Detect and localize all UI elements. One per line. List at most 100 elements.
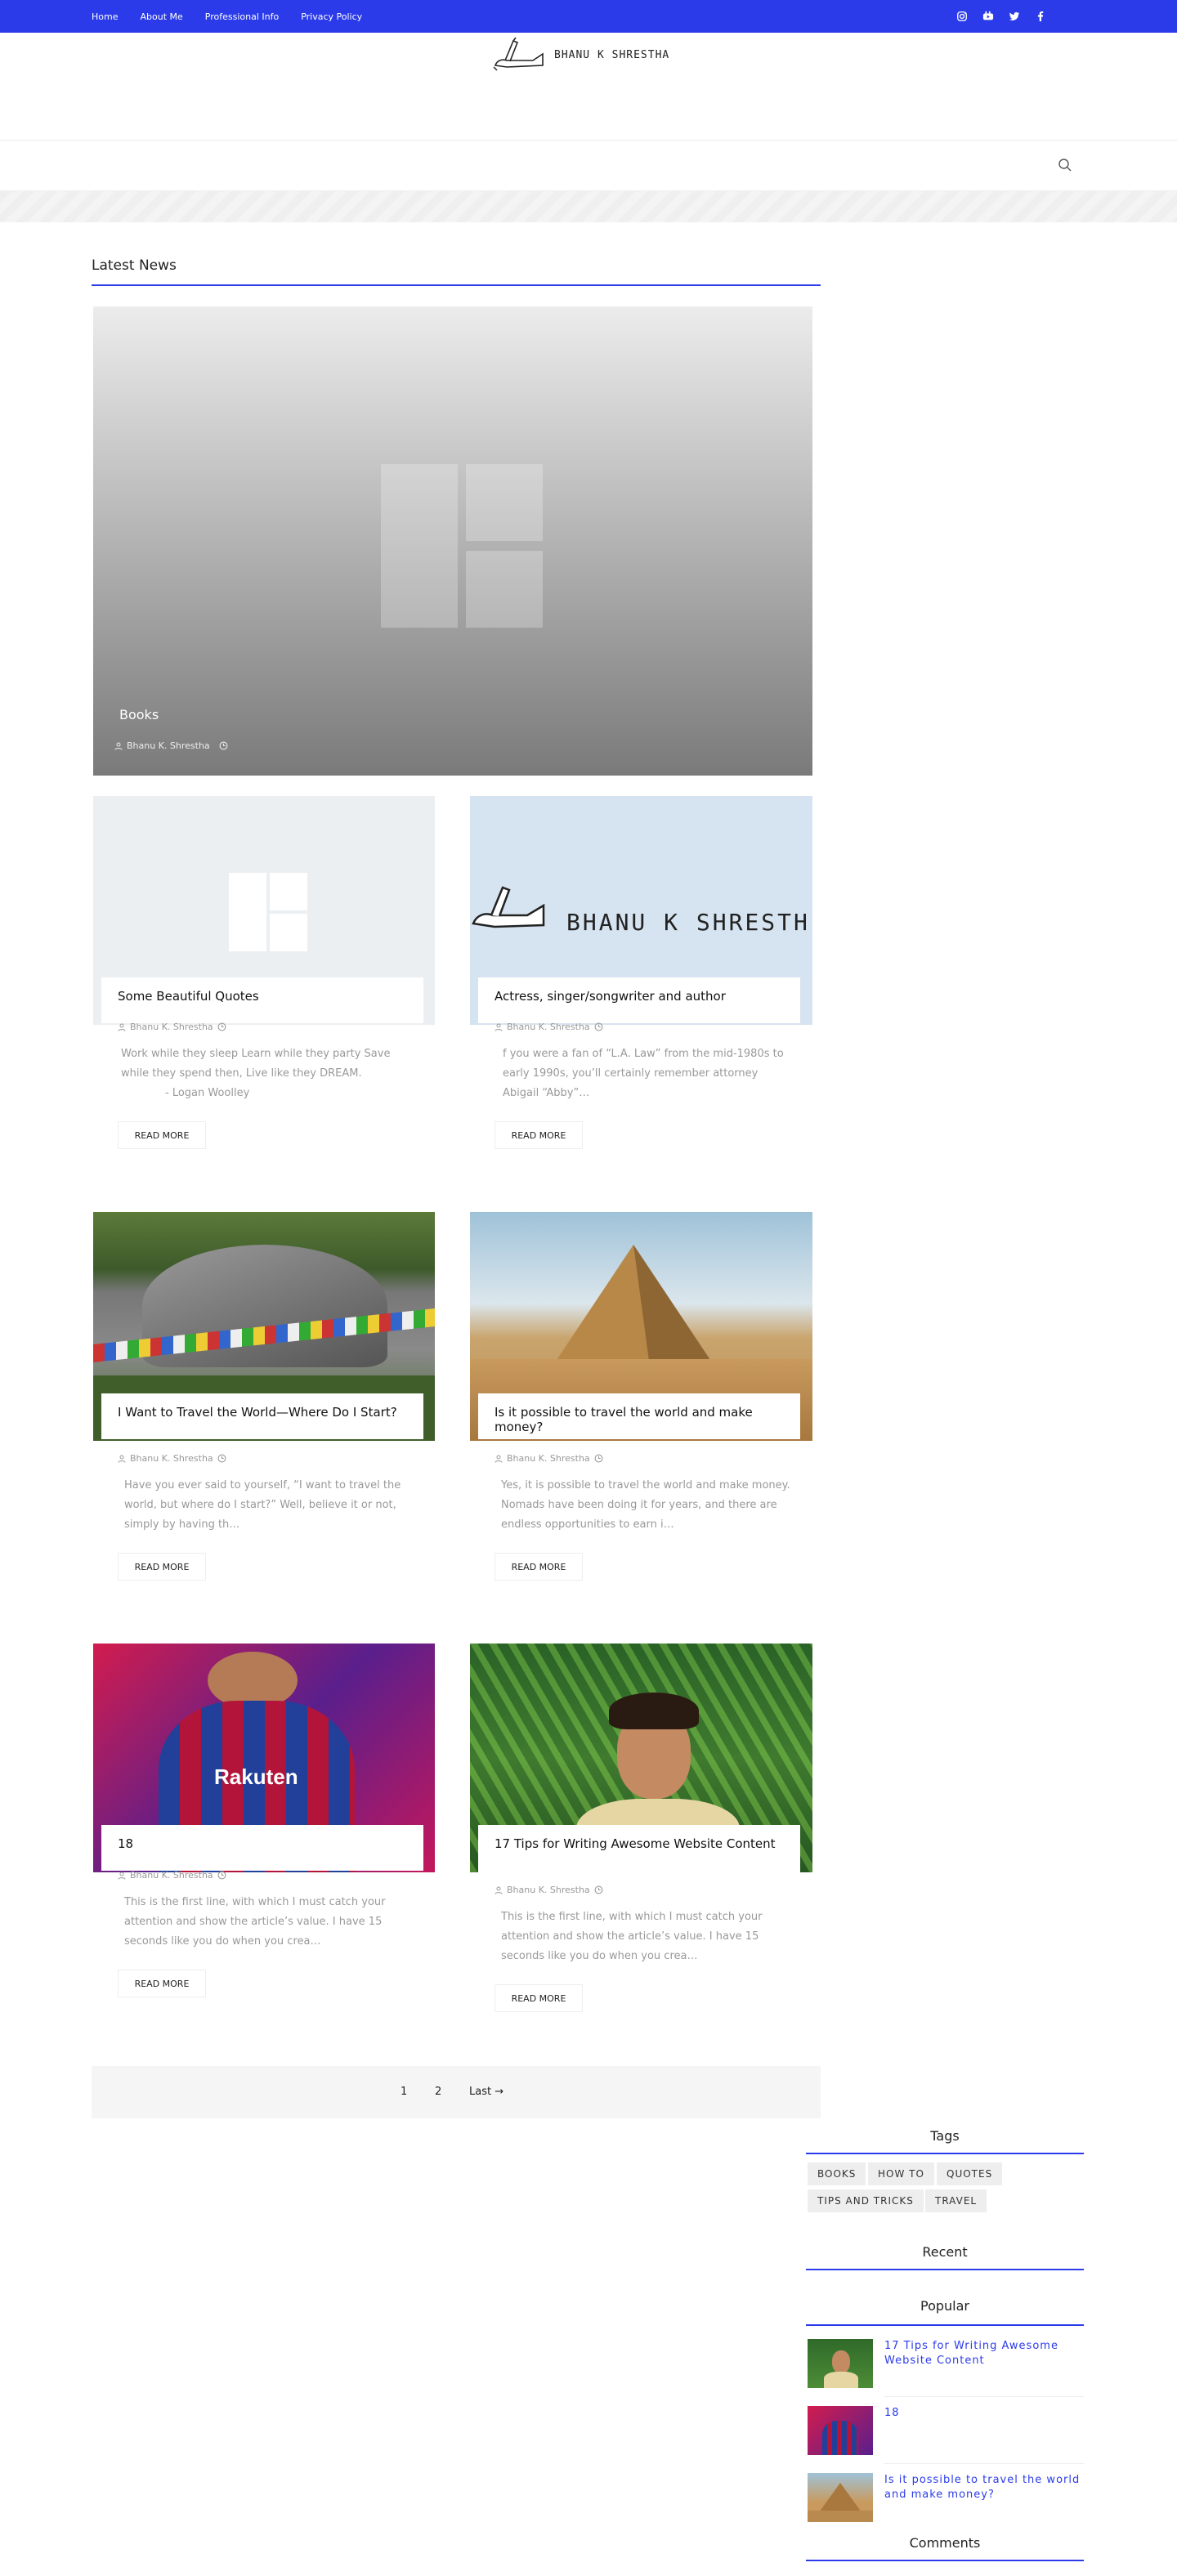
popular-thumb-17-tips[interactable] — [808, 2339, 873, 2388]
user-icon — [114, 742, 123, 750]
popular-title: Popular — [920, 2298, 969, 2314]
hero-author[interactable]: Bhanu K. Shrestha — [127, 740, 210, 751]
post-excerpt: This is the first line, with which I mus… — [501, 1911, 763, 1962]
user-icon — [118, 1455, 126, 1463]
clock-icon — [217, 1454, 226, 1463]
post-card-title-box: 17 Tips for Writing Awesome Website Cont… — [478, 1825, 800, 1884]
post-title[interactable]: Is it possible to travel the world and m… — [495, 1405, 784, 1434]
post-title[interactable]: Some Beautiful Quotes — [118, 989, 407, 1004]
nav-professional-info[interactable]: Professional Info — [205, 11, 279, 22]
jersey-sponsor-text: Rakuten — [214, 1764, 298, 1789]
clock-icon — [594, 1454, 603, 1463]
nav-home[interactable]: Home — [92, 11, 118, 22]
read-more-button[interactable]: READ MORE — [495, 1121, 583, 1149]
logo-text: BHANU K SHRESTHA — [554, 48, 670, 61]
top-nav: Home About Me Professional Info Privacy … — [92, 0, 362, 33]
social-links — [956, 0, 1046, 33]
user-icon — [495, 1886, 503, 1894]
user-icon — [495, 1455, 503, 1463]
post-excerpt: Work while they sleep Learn while they p… — [118, 1044, 420, 1103]
image-text: BHANU K SHRESTH — [566, 909, 810, 936]
post-title[interactable]: Actress, singer/songwriter and author — [495, 989, 784, 1004]
instagram-icon[interactable] — [956, 11, 968, 22]
pagination: 1 2 Last → — [92, 2066, 821, 2118]
post-meta: Bhanu K. Shrestha — [118, 1453, 226, 1464]
post-excerpt: Have you ever said to yourself, “I want … — [124, 1479, 401, 1531]
read-more-button[interactable]: READ MORE — [495, 1553, 583, 1581]
menu-row — [0, 141, 1177, 191]
clock-icon — [594, 1885, 603, 1894]
post-excerpt-text: Work while they sleep Learn while they p… — [121, 1048, 391, 1080]
post-excerpt: Yes, it is possible to travel the world … — [501, 1479, 790, 1531]
popular-post-title[interactable]: 18 — [884, 2406, 1081, 2421]
post-meta: Bhanu K. Shrestha — [495, 1022, 603, 1032]
post-title[interactable]: 18 — [118, 1836, 407, 1851]
post-excerpt: f you were a fan of “L.A. Law” from the … — [503, 1048, 784, 1099]
pyramid-shape — [552, 1245, 715, 1367]
post-card-title-box: 18 — [101, 1825, 423, 1871]
popular-post-title[interactable]: 17 Tips for Writing Awesome Website Cont… — [884, 2339, 1081, 2368]
tag-tips-and-tricks[interactable]: TIPS AND TRICKS — [808, 2189, 924, 2212]
placeholder-image-block — [466, 464, 543, 541]
facebook-icon[interactable] — [1035, 11, 1046, 22]
hand-logo-image — [472, 886, 545, 928]
clock-icon — [594, 1022, 603, 1031]
popular-separator — [884, 2463, 1084, 2464]
site-logo[interactable]: BHANU K SHRESTHA — [490, 36, 687, 74]
post-meta: Bhanu K. Shrestha — [118, 1870, 226, 1881]
popular-thumb-18[interactable] — [808, 2406, 873, 2455]
last-page-link[interactable]: Last → — [469, 2086, 503, 2098]
post-excerpt: This is the first line, with which I mus… — [124, 1896, 386, 1948]
twitter-icon[interactable] — [1009, 11, 1020, 22]
recent-title: Recent — [922, 2244, 968, 2260]
placeholder-image-block — [270, 914, 307, 951]
decorative-stripe — [0, 191, 1177, 222]
page-2-link[interactable]: 2 — [435, 2086, 441, 2098]
post-card-title-box: I Want to Travel the World—Where Do I St… — [101, 1393, 423, 1439]
post-title[interactable]: I Want to Travel the World—Where Do I St… — [118, 1405, 407, 1420]
post-card-title-box: Is it possible to travel the world and m… — [478, 1393, 800, 1439]
post-title[interactable]: 17 Tips for Writing Awesome Website Cont… — [495, 1836, 784, 1851]
user-icon — [118, 1872, 126, 1880]
popular-post-title[interactable]: Is it possible to travel the world and m… — [884, 2473, 1081, 2502]
post-author[interactable]: Bhanu K. Shrestha — [130, 1870, 213, 1881]
user-icon — [495, 1023, 503, 1031]
placeholder-image-block — [270, 873, 307, 910]
read-more-button[interactable]: READ MORE — [118, 1553, 206, 1581]
post-card-title-box: Some Beautiful Quotes — [101, 977, 423, 1023]
read-more-button[interactable]: READ MORE — [495, 1984, 583, 2012]
hero-post-title[interactable]: Books — [119, 707, 159, 722]
hero-post-meta: Bhanu K. Shrestha — [114, 740, 228, 751]
post-meta: Bhanu K. Shrestha — [495, 1885, 603, 1895]
nav-privacy-policy[interactable]: Privacy Policy — [301, 11, 362, 22]
tag-travel[interactable]: TRAVEL — [925, 2189, 987, 2212]
youtube-icon[interactable] — [982, 11, 994, 22]
tag-how-to[interactable]: HOW TO — [868, 2162, 934, 2185]
comments-divider — [806, 2560, 1084, 2561]
page-1-link[interactable]: 1 — [401, 2086, 407, 2098]
read-more-button[interactable]: READ MORE — [118, 1970, 206, 1997]
tags-divider — [806, 2153, 1084, 2154]
post-author[interactable]: Bhanu K. Shrestha — [507, 1885, 590, 1895]
popular-thumb-pyramid[interactable] — [808, 2473, 873, 2522]
nav-about-me[interactable]: About Me — [140, 11, 182, 22]
pen-hand-icon — [493, 37, 544, 71]
tags-title: Tags — [930, 2128, 960, 2144]
clock-icon — [217, 1871, 226, 1880]
search-icon[interactable] — [1058, 158, 1072, 172]
post-author[interactable]: Bhanu K. Shrestha — [130, 1022, 213, 1032]
tag-quotes[interactable]: QUOTES — [937, 2162, 1003, 2185]
post-author[interactable]: Bhanu K. Shrestha — [130, 1453, 213, 1464]
read-more-button[interactable]: READ MORE — [118, 1121, 206, 1149]
child-hair — [609, 1693, 699, 1729]
tag-books[interactable]: BOOKS — [808, 2162, 866, 2185]
user-icon — [118, 1023, 126, 1031]
hero-post-image[interactable] — [93, 306, 812, 776]
post-author[interactable]: Bhanu K. Shrestha — [507, 1453, 590, 1464]
post-author[interactable]: Bhanu K. Shrestha — [507, 1022, 590, 1032]
comments-title: Comments — [909, 2535, 981, 2551]
post-card-title-box: Actress, singer/songwriter and author — [478, 977, 800, 1023]
popular-separator — [884, 2396, 1084, 2397]
clock-icon — [217, 1022, 226, 1031]
popular-divider — [806, 2324, 1084, 2326]
